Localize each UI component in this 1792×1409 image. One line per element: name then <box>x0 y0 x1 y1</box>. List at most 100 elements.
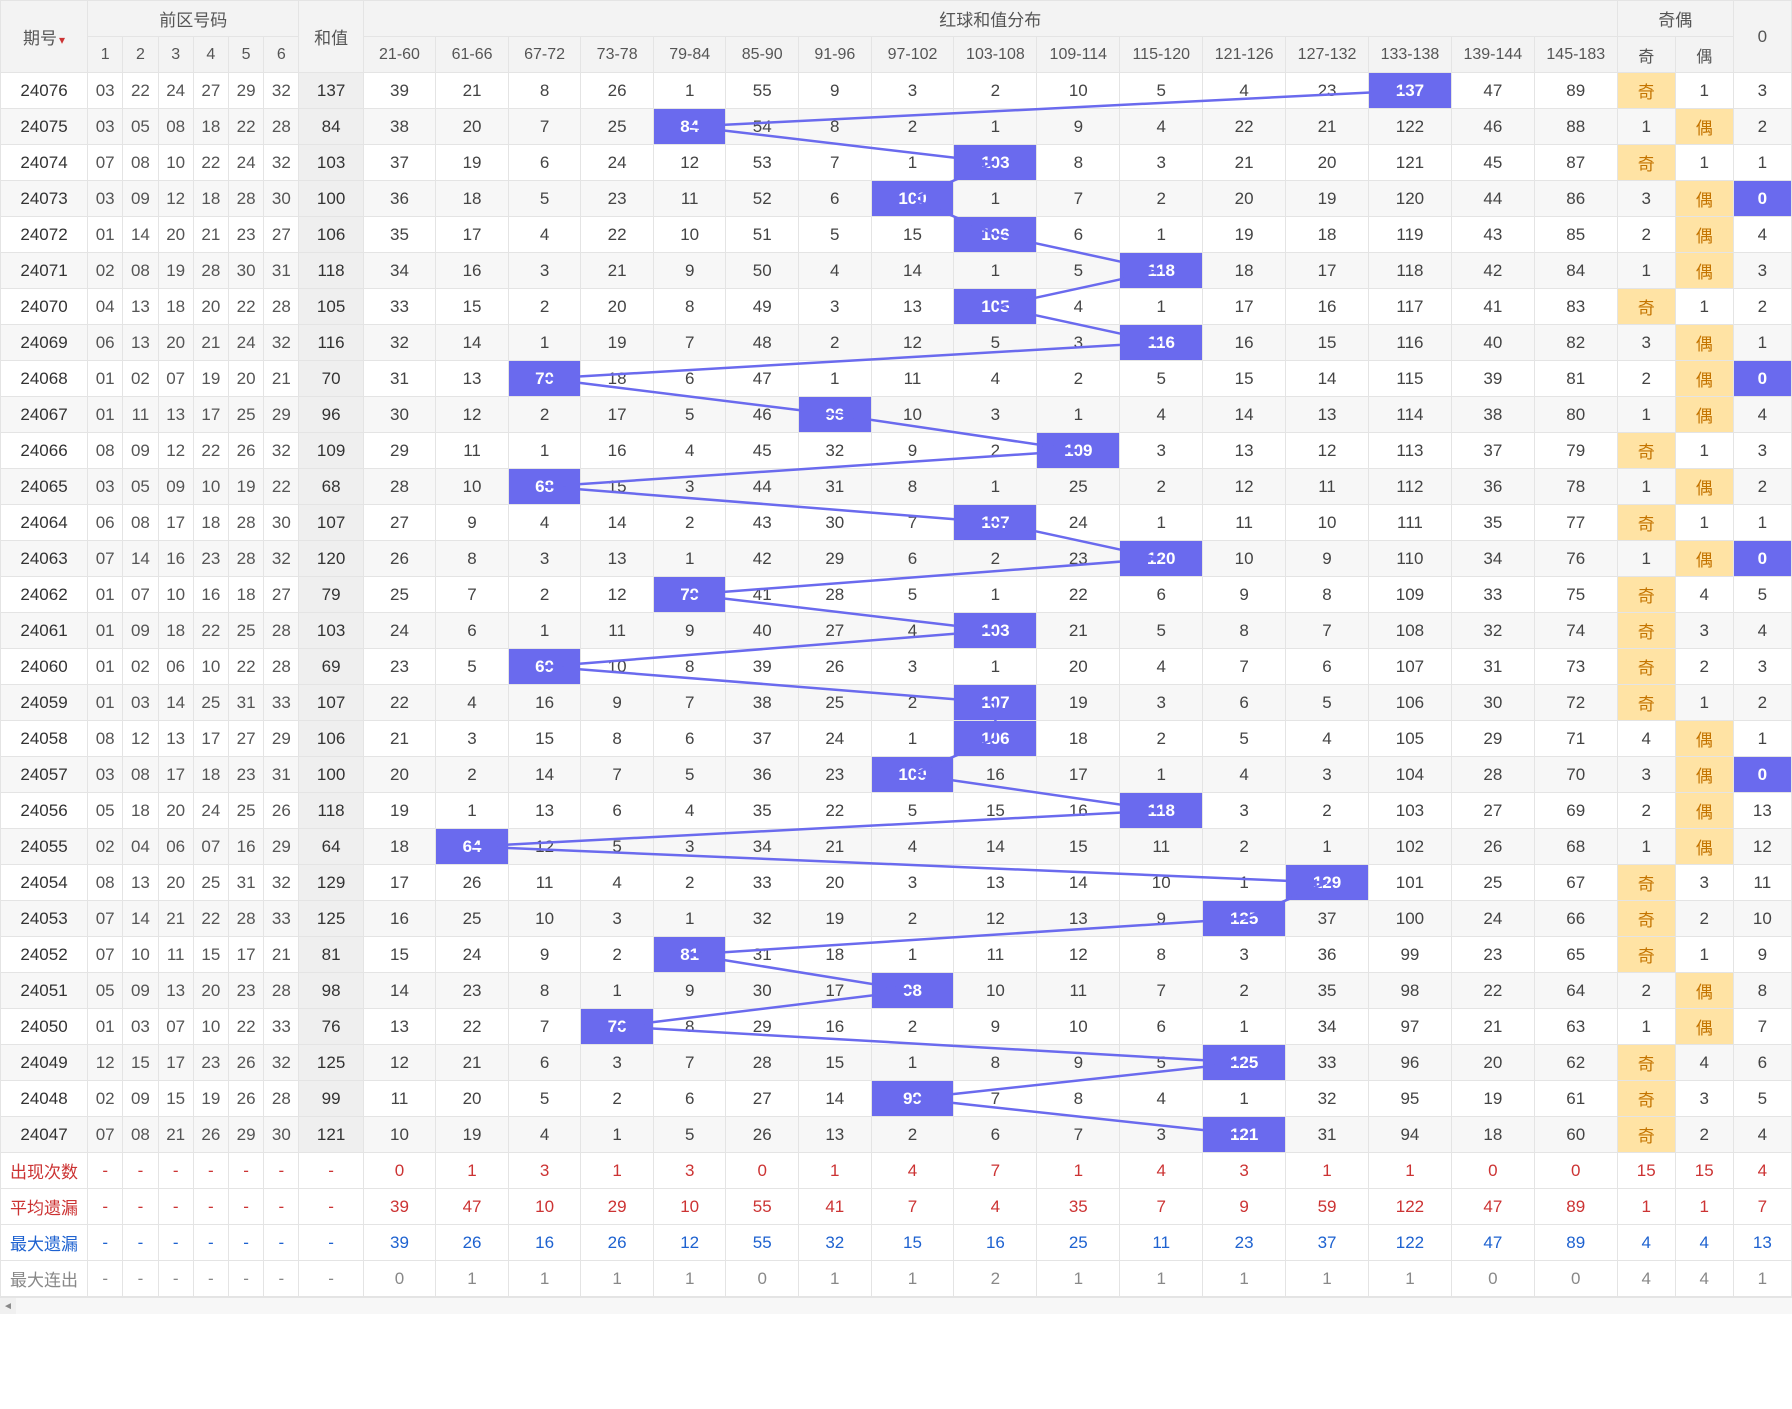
dist-cell: 38 <box>726 685 799 721</box>
dist-cell: 2 <box>653 505 726 541</box>
dist-cell: 18 <box>1203 253 1286 289</box>
front-cell: 30 <box>264 181 299 217</box>
dist-cell: 16 <box>363 901 436 937</box>
front-cell: 23 <box>229 973 264 1009</box>
front-cell: 07 <box>88 541 123 577</box>
stat-dash: - <box>229 1153 264 1189</box>
stat-val: 4 <box>1733 1153 1791 1189</box>
dist-cell: 10 <box>436 469 509 505</box>
dist-cell: 31 <box>1451 649 1534 685</box>
front-cell: 02 <box>123 361 158 397</box>
dist-cell: 1 <box>436 793 509 829</box>
sum-cell: 107 <box>299 505 363 541</box>
zero-cell: 2 <box>1733 109 1791 145</box>
dist-cell: 6 <box>653 721 726 757</box>
dist-cell: 20 <box>1203 181 1286 217</box>
front-cell: 23 <box>229 217 264 253</box>
dist-cell: 1 <box>954 253 1037 289</box>
sum-cell: 68 <box>299 469 363 505</box>
dist-cell: 13 <box>1286 397 1369 433</box>
stat-val: 55 <box>726 1189 799 1225</box>
front-cell: 20 <box>158 217 193 253</box>
sum-cell: 69 <box>299 649 363 685</box>
table-row: 2405001030710223376132277682916291061349… <box>1 1009 1792 1045</box>
stat-dash: - <box>264 1225 299 1261</box>
dist-cell: 17 <box>581 397 654 433</box>
dist-cell: 25 <box>1451 865 1534 901</box>
scroll-left-arrow[interactable]: ◄ <box>0 1298 16 1314</box>
odd-cell: 奇 <box>1617 505 1675 541</box>
front-cell: 01 <box>88 361 123 397</box>
dist-cell: 29 <box>1451 721 1534 757</box>
odd-cell: 3 <box>1617 325 1675 361</box>
dist-cell: 10 <box>1120 865 1203 901</box>
front-cell: 11 <box>158 937 193 973</box>
horizontal-scrollbar[interactable]: ◄ <box>0 1297 1792 1314</box>
dist-cell: 25 <box>1037 469 1120 505</box>
dist-cell: 8 <box>1203 613 1286 649</box>
dist-cell: 14 <box>954 829 1037 865</box>
front-cell: 10 <box>193 649 228 685</box>
front-cell: 04 <box>123 829 158 865</box>
front-cell: 28 <box>229 901 264 937</box>
dist-cell: 10 <box>508 901 581 937</box>
dist-cell: 23 <box>799 757 872 793</box>
period-cell: 24072 <box>1 217 88 253</box>
dist-cell: 2 <box>954 541 1037 577</box>
front-cell: 09 <box>158 469 193 505</box>
sum-cell: 64 <box>299 829 363 865</box>
stat-val: 47 <box>1451 1189 1534 1225</box>
stat-val: 16 <box>508 1225 581 1261</box>
stat-val: 0 <box>1534 1261 1617 1297</box>
stat-val: 0 <box>1534 1153 1617 1189</box>
dist-cell: 47 <box>1451 73 1534 109</box>
dist-cell: 79 <box>1534 433 1617 469</box>
dist-cell-highlight: 107 <box>954 505 1037 541</box>
dist-cell: 10 <box>653 217 726 253</box>
dist-cell: 1 <box>1286 829 1369 865</box>
dist-cell: 19 <box>1286 181 1369 217</box>
dist-cell: 3 <box>1203 793 1286 829</box>
dist-cell: 2 <box>1037 361 1120 397</box>
dist-cell: 5 <box>1203 721 1286 757</box>
odd-cell: 奇 <box>1617 1117 1675 1153</box>
stat-val: 35 <box>1037 1189 1120 1225</box>
zero-cell: 0 <box>1733 541 1791 577</box>
dist-cell: 4 <box>1120 397 1203 433</box>
stat-dash: - <box>123 1261 158 1297</box>
dist-cell: 14 <box>871 253 954 289</box>
dist-cell: 54 <box>726 109 799 145</box>
dist-cell: 2 <box>1203 829 1286 865</box>
front-cell: 32 <box>264 433 299 469</box>
stat-dash: - <box>264 1153 299 1189</box>
dist-cell: 18 <box>1037 721 1120 757</box>
dist-cell: 78 <box>1534 469 1617 505</box>
stat-val: 47 <box>436 1189 509 1225</box>
dist-cell: 15 <box>954 793 1037 829</box>
table-row: 2407503050818222884382072584548219422211… <box>1 109 1792 145</box>
dist-cell: 17 <box>1203 289 1286 325</box>
dist-cell: 27 <box>363 505 436 541</box>
front-cell: 33 <box>264 901 299 937</box>
front-cell: 22 <box>193 613 228 649</box>
dist-cell: 2 <box>581 1081 654 1117</box>
dist-cell: 10 <box>581 649 654 685</box>
dist-cell: 31 <box>1286 1117 1369 1153</box>
front-cell: 19 <box>158 253 193 289</box>
dist-cell: 43 <box>1451 217 1534 253</box>
front-cell: 13 <box>123 325 158 361</box>
dist-cell: 7 <box>653 325 726 361</box>
dist-subcol: 79-84 <box>653 37 726 73</box>
front-cell: 22 <box>193 145 228 181</box>
dist-subcol: 115-120 <box>1120 37 1203 73</box>
front-cell: 07 <box>193 829 228 865</box>
even-cell: 4 <box>1675 1045 1733 1081</box>
col-period[interactable]: 期号▾ <box>1 1 88 73</box>
dist-cell: 12 <box>1286 433 1369 469</box>
dist-cell: 9 <box>581 685 654 721</box>
front-cell: 09 <box>123 613 158 649</box>
dist-cell: 26 <box>581 73 654 109</box>
dist-cell: 16 <box>1286 289 1369 325</box>
stat-val: 7 <box>871 1189 954 1225</box>
dist-cell: 38 <box>363 109 436 145</box>
